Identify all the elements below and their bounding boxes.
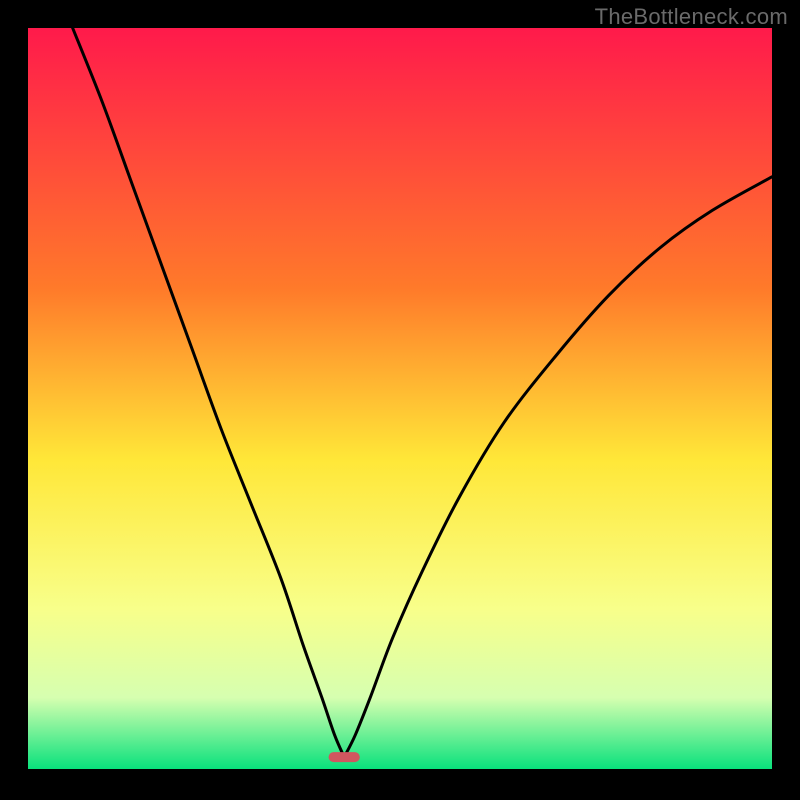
- x-axis-line: [28, 769, 772, 772]
- bottleneck-chart: [28, 28, 772, 772]
- plot-area: [28, 28, 772, 772]
- optimum-marker: [329, 752, 360, 762]
- gradient-background: [28, 28, 772, 772]
- watermark-text: TheBottleneck.com: [595, 4, 788, 30]
- chart-frame: TheBottleneck.com: [0, 0, 800, 800]
